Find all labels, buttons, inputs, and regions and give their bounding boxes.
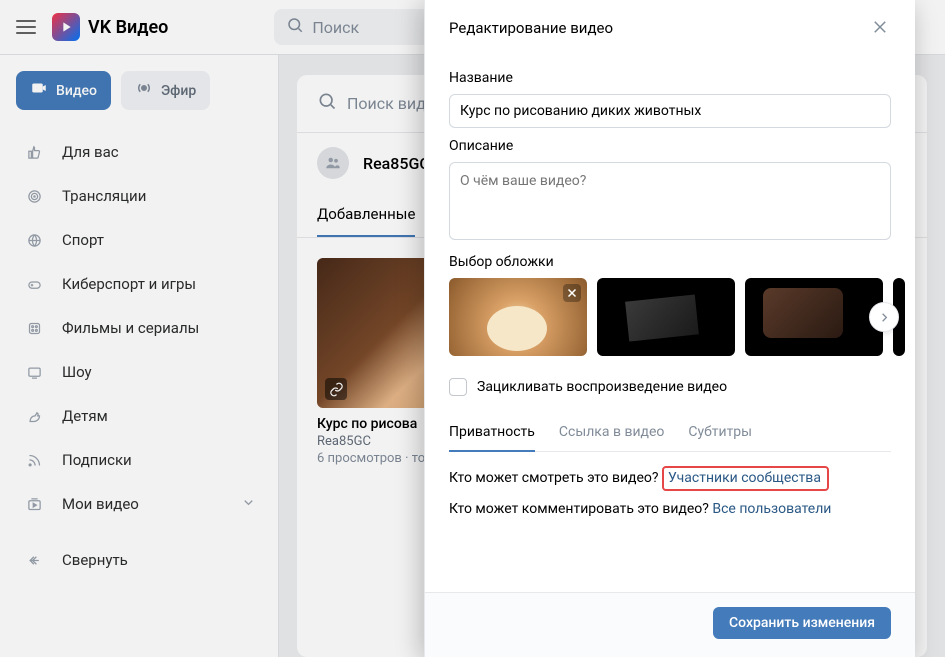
tab-link-in-video[interactable]: Ссылка в видео <box>559 424 664 451</box>
who-watch-question: Кто может смотреть это видео? <box>449 470 659 486</box>
desc-label: Описание <box>449 138 891 154</box>
remove-cover-icon[interactable] <box>563 284 581 302</box>
tab-subtitles[interactable]: Субтитры <box>688 424 752 451</box>
edit-video-modal: Редактирование видео Название Описание В… <box>424 0 915 657</box>
name-input[interactable] <box>449 94 891 128</box>
modal-title: Редактирование видео <box>449 19 613 37</box>
tab-privacy[interactable]: Приватность <box>449 424 535 452</box>
desc-textarea[interactable] <box>449 162 891 240</box>
thumbs-next-button[interactable] <box>869 302 899 332</box>
who-comment-link[interactable]: Все пользователи <box>712 501 831 517</box>
cover-thumb-option[interactable] <box>745 278 883 356</box>
cover-thumb-option[interactable] <box>597 278 735 356</box>
who-comment-question: Кто может комментировать это видео? <box>449 501 709 517</box>
who-watch-highlight: Участники сообщества <box>662 466 829 491</box>
cover-label: Выбор обложки <box>449 254 891 270</box>
loop-checkbox[interactable] <box>449 378 467 396</box>
who-watch-link[interactable]: Участники сообщества <box>668 470 821 486</box>
loop-label: Зацикливать воспроизведение видео <box>477 379 727 395</box>
close-icon[interactable] <box>871 18 891 38</box>
save-button[interactable]: Сохранить изменения <box>713 607 891 639</box>
name-label: Название <box>449 70 891 86</box>
cover-thumb-selected[interactable] <box>449 278 587 356</box>
